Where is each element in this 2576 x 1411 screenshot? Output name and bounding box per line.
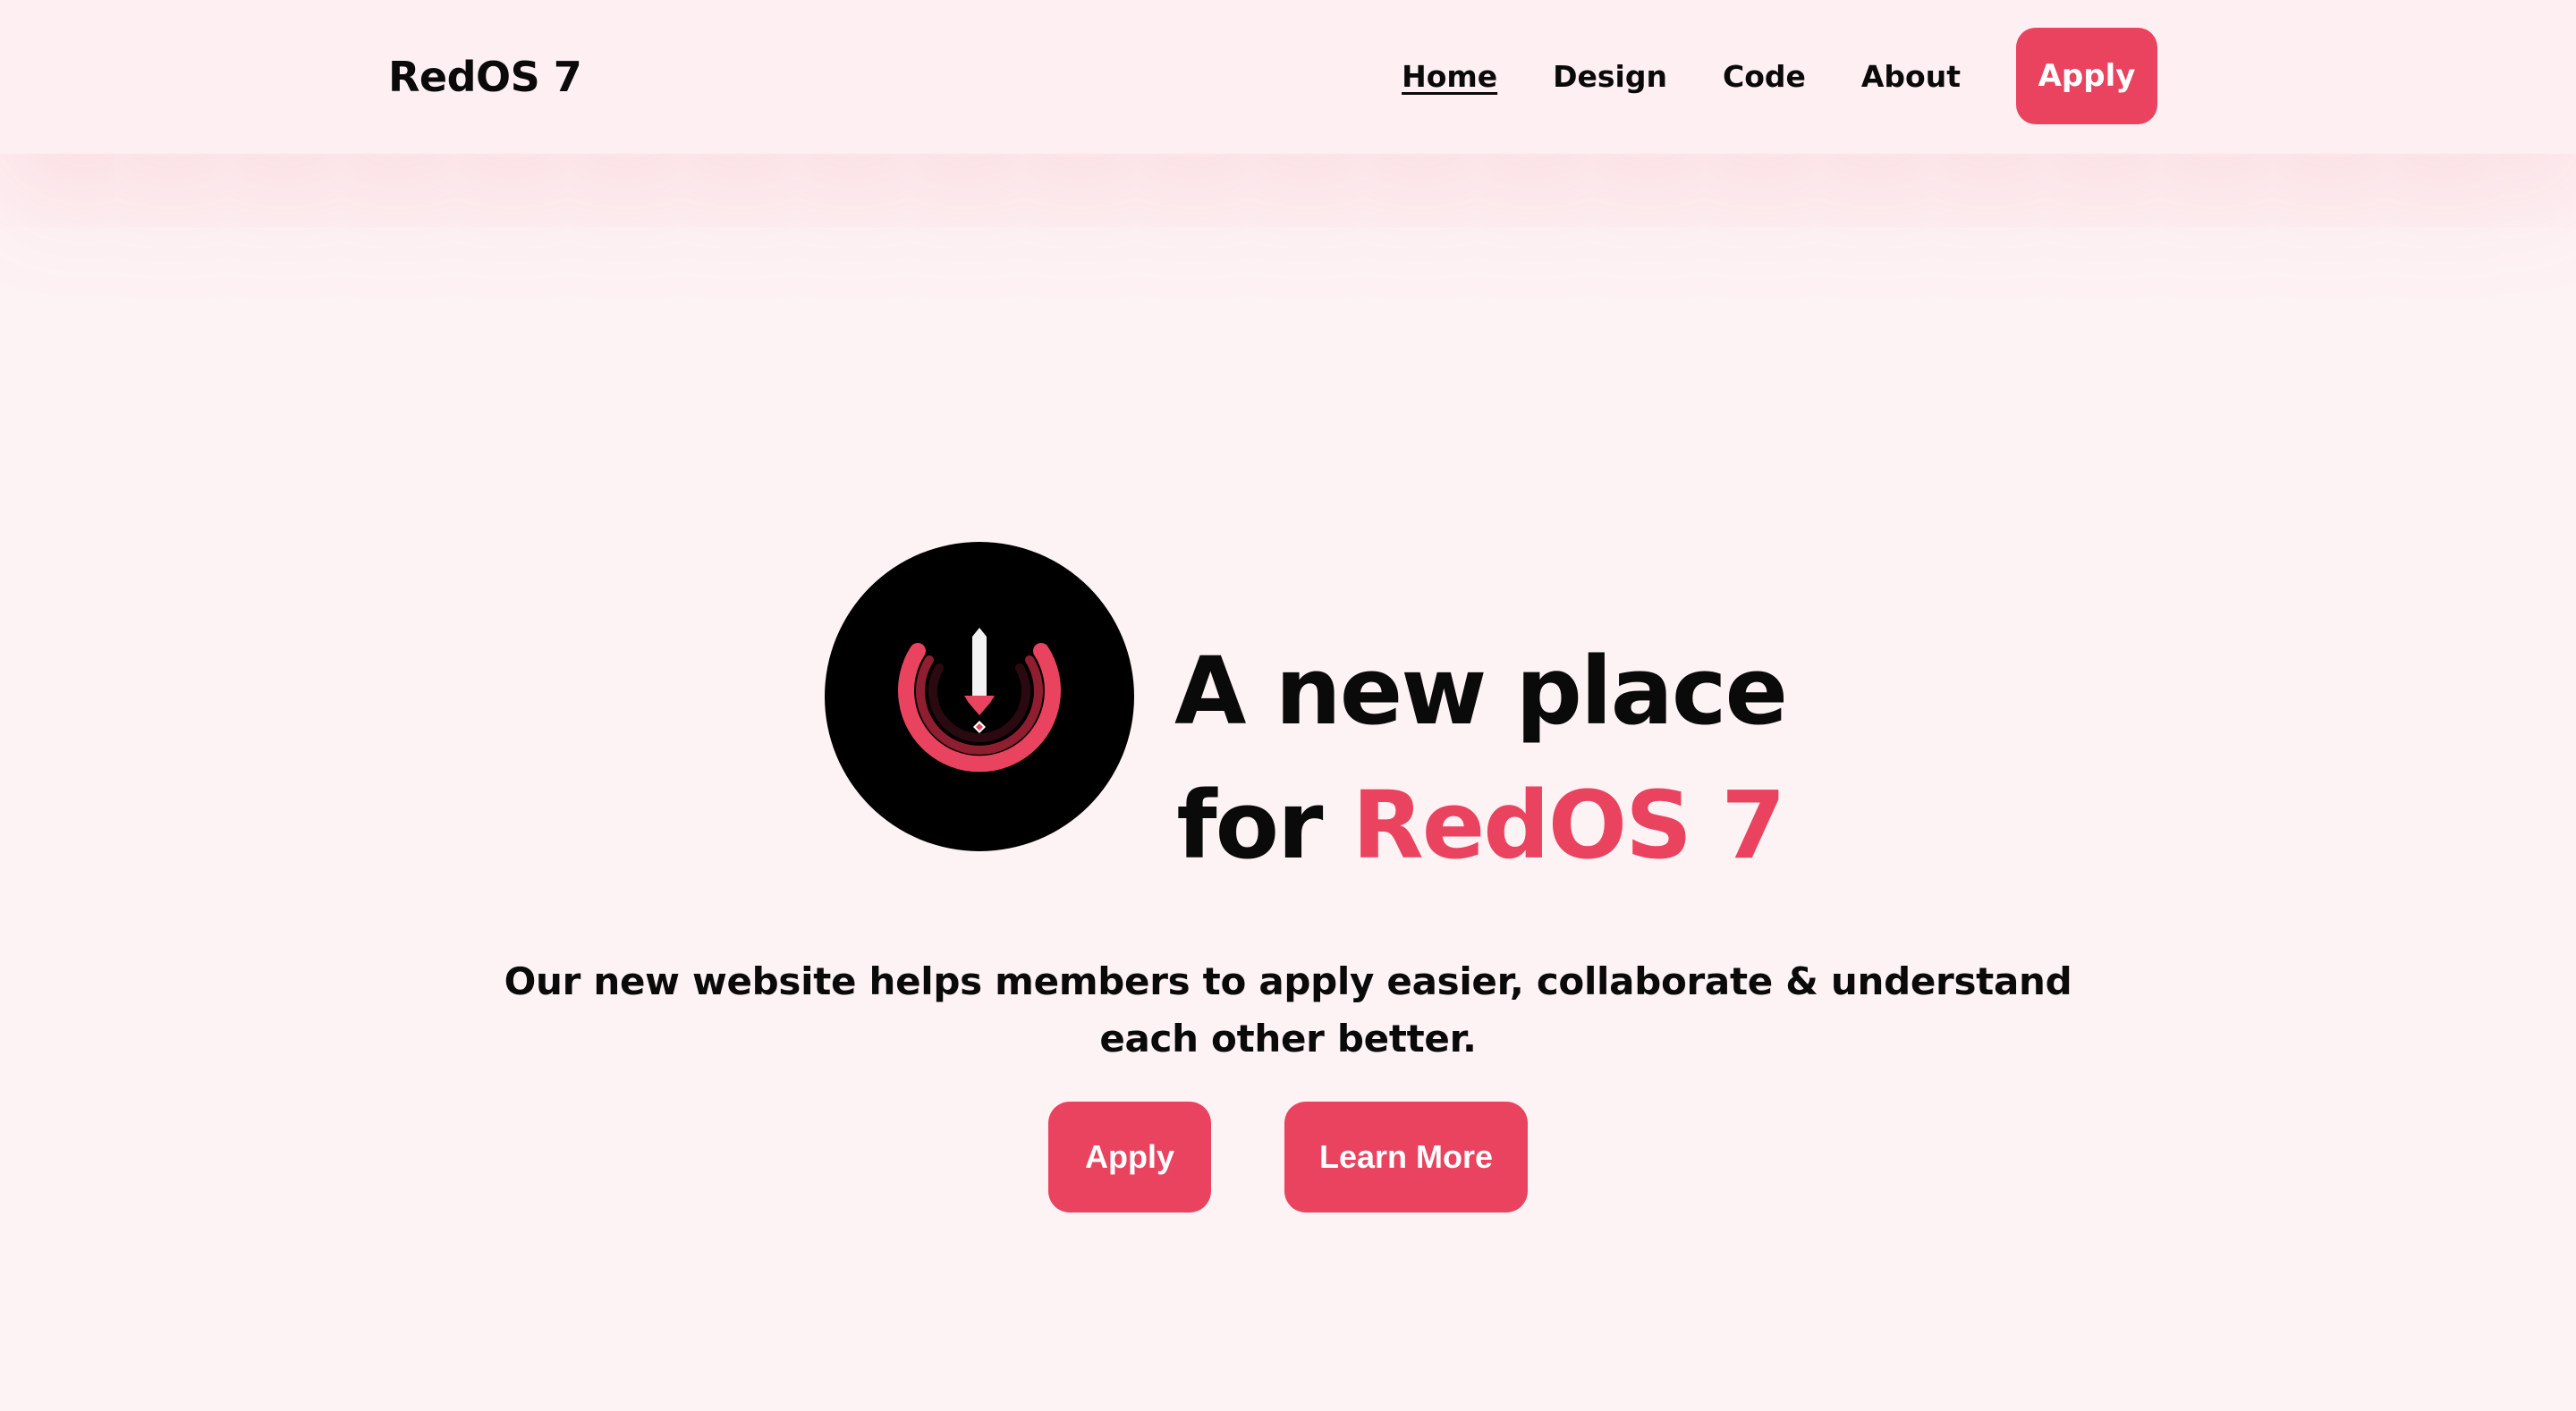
hero-description-line1: Our new website helps members to apply e…	[504, 959, 2072, 1003]
hero-apply-button[interactable]: Apply	[1048, 1102, 1211, 1212]
hero-title-line2: for RedOS 7	[1163, 758, 1798, 892]
hero-description: Our new website helps members to apply e…	[483, 953, 2093, 1068]
nav-link-home[interactable]: Home	[1402, 59, 1497, 94]
hero-description-line2: each other better.	[1099, 1017, 1477, 1060]
nav-link-code[interactable]: Code	[1723, 59, 1806, 94]
brand-logo-text[interactable]: RedOS 7	[388, 46, 582, 107]
power-sword-icon	[825, 542, 1134, 851]
hero-title: A new place for RedOS 7	[1163, 624, 1798, 892]
hero-title-line1: A new place	[1174, 636, 1788, 746]
navbar: RedOS 7 Home Design Code About Apply	[0, 0, 2576, 154]
nav-link-design[interactable]: Design	[1553, 59, 1667, 94]
nav-apply-button[interactable]: Apply	[2016, 28, 2157, 124]
learn-more-button[interactable]: Learn More	[1284, 1102, 1528, 1212]
hero-title-prefix: for	[1176, 770, 1323, 880]
nav-link-about[interactable]: About	[1861, 59, 1961, 94]
nav-links: Home Design Code About Apply	[1402, 27, 2157, 125]
hero-title-accent: RedOS 7	[1352, 770, 1786, 880]
